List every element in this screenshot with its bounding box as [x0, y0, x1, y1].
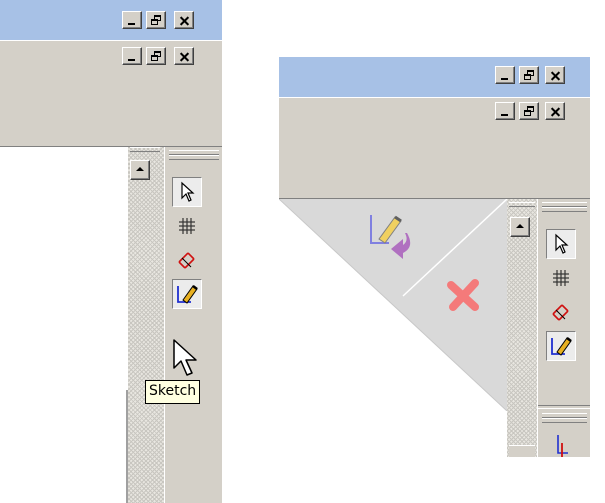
menu-bar-right	[279, 97, 590, 129]
grid-icon	[553, 270, 569, 286]
sketch-constraint-icon[interactable]	[552, 435, 572, 457]
grid-tool-right[interactable]	[546, 263, 576, 293]
sketch-tool[interactable]	[172, 279, 202, 309]
select-tool[interactable]	[172, 177, 202, 207]
doc-close-button-right[interactable]	[545, 102, 565, 120]
palette-divider	[538, 405, 590, 409]
grid-tool[interactable]	[172, 211, 202, 241]
dimension-icon	[178, 252, 195, 269]
scroll-up-button-right[interactable]	[510, 217, 530, 237]
minimize-button[interactable]	[122, 11, 142, 29]
doc-minimize-button-right[interactable]	[495, 102, 515, 120]
minimize-button-right[interactable]	[495, 66, 515, 84]
right-panel	[279, 57, 590, 457]
scroll-up-button[interactable]	[130, 160, 150, 180]
left-panel: Sketch	[0, 0, 222, 503]
doc-minimize-button[interactable]	[122, 47, 142, 65]
vertical-scrollbar-right[interactable]	[507, 199, 537, 457]
mouse-cursor-icon	[173, 339, 197, 376]
dimension-icon	[552, 304, 569, 321]
sketch-pencil-icon	[177, 285, 198, 304]
palette-grip-right-2	[542, 207, 587, 212]
select-tool-right[interactable]	[546, 229, 576, 259]
dimension-tool-right[interactable]	[546, 297, 576, 327]
sketch-return-icon[interactable]	[365, 209, 427, 265]
restore-button[interactable]	[146, 11, 166, 29]
doc-close-button[interactable]	[174, 47, 194, 65]
title-bar	[0, 0, 222, 42]
title-bar-right	[279, 57, 590, 99]
toolbar	[0, 73, 222, 147]
tool-palette	[164, 147, 222, 503]
grid-icon	[179, 218, 195, 234]
restore-button-right[interactable]	[519, 66, 539, 84]
doc-restore-button[interactable]	[146, 47, 166, 65]
sketch-tool-right[interactable]	[546, 331, 576, 361]
arrow-pointer-icon	[555, 233, 569, 254]
close-button[interactable]	[174, 11, 194, 29]
arrow-pointer-icon	[181, 181, 195, 202]
palette-grip-2	[169, 155, 219, 160]
toolbar-right	[279, 128, 590, 199]
palette-grip-lower-2	[542, 418, 587, 423]
close-button-right[interactable]	[545, 66, 565, 84]
dimension-tool[interactable]	[172, 245, 202, 275]
vertical-scrollbar[interactable]	[128, 147, 164, 503]
tool-palette-right	[537, 199, 590, 457]
scroll-grip	[130, 147, 160, 152]
sketch-pencil-icon	[551, 337, 572, 356]
doc-restore-button-right[interactable]	[519, 102, 539, 120]
menu-bar	[0, 40, 222, 74]
scroll-bottom-stub	[509, 445, 535, 457]
scroll-grip-right	[509, 202, 535, 207]
canvas[interactable]	[0, 147, 128, 503]
scrollbar-separator	[126, 390, 128, 503]
tooltip: Sketch	[145, 380, 201, 404]
cancel-x-icon[interactable]	[443, 275, 483, 315]
